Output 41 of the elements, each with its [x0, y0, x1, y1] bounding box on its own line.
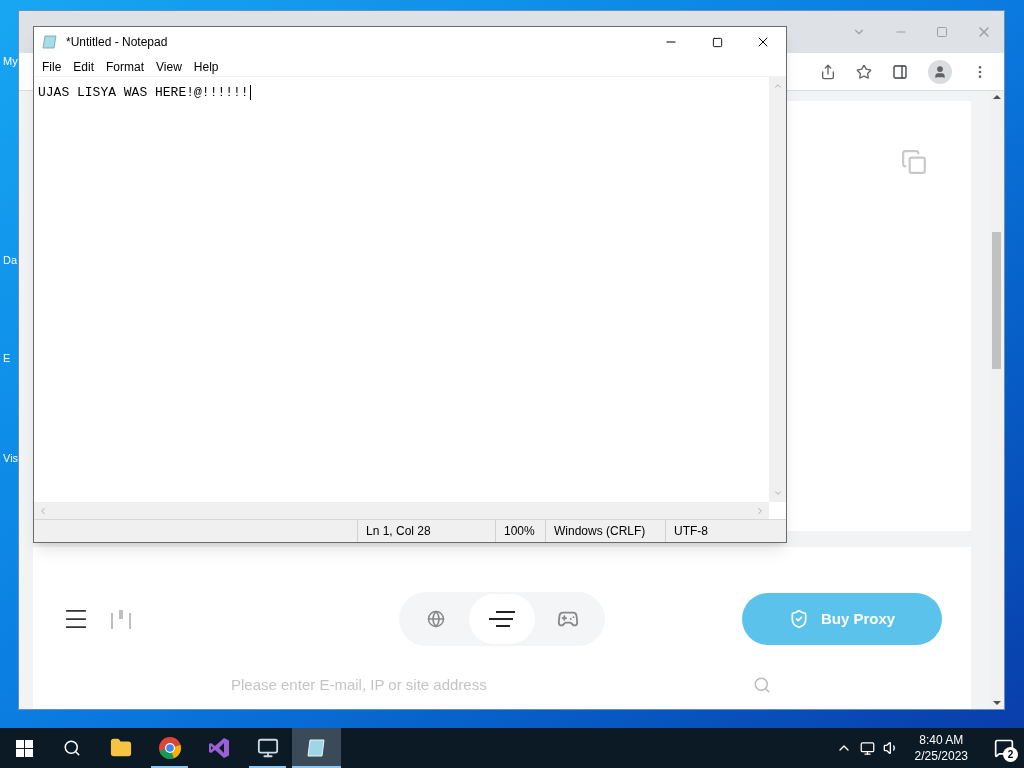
notepad-icon [42, 34, 58, 50]
status-field: 100% [495, 520, 545, 542]
status-field: Windows (CRLF) [545, 520, 665, 542]
share-icon[interactable] [820, 63, 836, 80]
windows-logo-icon [15, 739, 33, 757]
text-content: UJAS LISYA WAS HERE!@!!!!!! [38, 85, 251, 100]
menu-item[interactable]: View [150, 57, 188, 76]
menu-item[interactable]: File [36, 57, 68, 76]
person-icon [933, 64, 947, 79]
vertical-scrollbar[interactable] [769, 77, 786, 502]
profile-avatar[interactable] [928, 59, 952, 84]
folder-icon [109, 737, 132, 759]
horizontal-scrollbar[interactable] [34, 502, 769, 519]
side-panel-icon[interactable] [892, 63, 908, 80]
monitor-icon [256, 737, 279, 759]
scroll-down-icon [772, 488, 783, 498]
scroll-left-icon [38, 505, 48, 516]
menu-item[interactable]: Format [100, 57, 151, 76]
maximize-icon [711, 36, 723, 48]
desktop-icon-label[interactable]: Vis [3, 453, 19, 464]
scroll-right-icon [755, 505, 765, 516]
taskbar-app[interactable] [292, 728, 341, 768]
network-icon[interactable] [859, 740, 875, 756]
clock[interactable]: 8:40 AM 2/25/2023 [906, 732, 976, 764]
globe-icon [427, 610, 445, 628]
chrome-icon [157, 736, 182, 760]
status-field: UTF-8 [665, 520, 770, 542]
notification-count: 2 [1003, 747, 1018, 762]
notepad-icon [305, 737, 328, 759]
bookmark-star-icon[interactable] [856, 63, 872, 80]
menu-item[interactable]: Help [187, 57, 225, 76]
window-title: *Untitled - Notepad [66, 34, 168, 51]
infinity-icon [206, 736, 231, 760]
notifications-button[interactable]: 2 [984, 728, 1024, 768]
scroll-up-icon [772, 81, 783, 91]
menu-item[interactable]: Edit [67, 57, 101, 76]
nav-tab[interactable] [469, 594, 535, 644]
search-icon [63, 739, 81, 757]
search-field[interactable]: Please enter E-mail, IP or site address [231, 674, 651, 697]
status-field: Ln 1, Col 28 [357, 520, 495, 542]
lines-icon [488, 610, 516, 628]
